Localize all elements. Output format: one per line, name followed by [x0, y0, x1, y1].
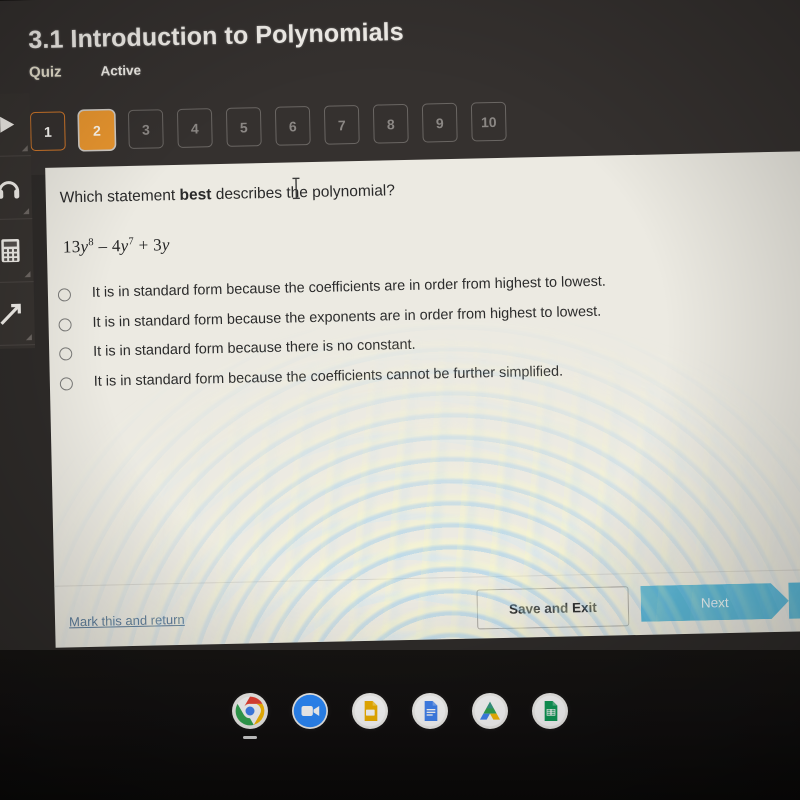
- question-chip-10[interactable]: 10: [470, 101, 507, 142]
- question-chip-3[interactable]: 3: [127, 109, 164, 149]
- answer-options[interactable]: It is in standard form because the coeff…: [57, 270, 760, 403]
- chrome-icon: [235, 696, 265, 726]
- chromeos-shelf[interactable]: [0, 650, 800, 800]
- text-cursor-icon: [292, 177, 300, 200]
- next-button-overflow[interactable]: [788, 581, 800, 619]
- calculator-icon: [0, 238, 20, 263]
- google-sheets-icon: [534, 695, 566, 727]
- shelf-item-google-docs[interactable]: [412, 693, 448, 729]
- tool-rail-item-line-tool[interactable]: [0, 282, 36, 347]
- poly-term3-coef: 3: [152, 235, 163, 255]
- question-chip-4[interactable]: 4: [176, 108, 213, 148]
- assignment-type-label: Quiz: [28, 63, 62, 82]
- question-chip-9[interactable]: 9: [421, 102, 458, 143]
- answer-option-a[interactable]: It is in standard form because the coeff…: [57, 270, 758, 302]
- polynomial-expression: 13y8 – 4y7 + 3y: [63, 235, 170, 257]
- poly-term1-exp: 8: [88, 237, 94, 249]
- radio-button-a[interactable]: [57, 288, 72, 302]
- zoom-icon: [293, 694, 327, 728]
- status-badge: Active: [100, 62, 142, 79]
- photo-of-screen: 3.1 Introduction to Polynomials Quiz Act…: [0, 0, 800, 800]
- answer-label-a: It is in standard form because the coeff…: [91, 273, 607, 301]
- poly-operator-1: –: [98, 236, 108, 256]
- mark-this-and-return-link[interactable]: Mark this and return: [69, 612, 185, 630]
- resize-corner-icon: [21, 145, 28, 152]
- question-chip-2[interactable]: 2: [78, 110, 115, 151]
- question-prompt: Which statement best describes the polyn…: [60, 182, 395, 207]
- shelf-item-chrome[interactable]: [232, 693, 268, 739]
- shelf-item-google-sheets[interactable]: [532, 693, 568, 729]
- answer-option-d[interactable]: It is in standard form because the coeff…: [59, 359, 760, 391]
- shelf-item-zoom[interactable]: [292, 693, 328, 729]
- radio-button-c[interactable]: [59, 347, 73, 361]
- quiz-header: 3.1 Introduction to Polynomials Quiz Act…: [0, 0, 800, 177]
- expand-arrow-icon: [0, 116, 15, 133]
- question-chip-5[interactable]: 5: [225, 107, 262, 147]
- radio-button-d[interactable]: [59, 376, 74, 391]
- page-title: 3.1 Introduction to Polynomials: [28, 17, 404, 55]
- tool-rail[interactable]: [0, 93, 36, 350]
- tool-rail-item-expand[interactable]: [0, 93, 31, 158]
- poly-term1-coef: 13: [62, 237, 81, 257]
- radio-button-b[interactable]: [58, 317, 72, 332]
- shelf-icon-row[interactable]: [0, 693, 800, 739]
- shelf-item-google-slides[interactable]: [352, 693, 388, 729]
- google-slides-icon: [354, 695, 386, 727]
- chromebook-screen: 3.1 Introduction to Polynomials Quiz Act…: [0, 0, 800, 702]
- save-and-exit-button[interactable]: Save and Exit: [476, 586, 630, 630]
- headphones-icon: [0, 181, 20, 199]
- google-drive-icon: [474, 695, 506, 727]
- question-chip-6[interactable]: 6: [274, 106, 311, 146]
- shelf-item-google-drive[interactable]: [472, 693, 508, 729]
- question-prompt-pre: Which statement: [59, 186, 180, 207]
- poly-term2-exp: 7: [128, 236, 135, 248]
- question-chip-1[interactable]: 1: [29, 111, 66, 152]
- tool-rail-item-calculator[interactable]: [0, 219, 34, 284]
- next-button[interactable]: Next: [640, 583, 789, 622]
- answer-label-d: It is in standard form because the coeff…: [93, 363, 564, 390]
- tool-rail-item-audio[interactable]: [0, 156, 33, 221]
- question-prompt-post: describes the polynomial?: [211, 182, 396, 204]
- answer-label-c: It is in standard form because there is …: [93, 336, 416, 360]
- google-docs-icon: [414, 695, 446, 727]
- resize-corner-icon: [23, 208, 30, 215]
- poly-term2-coef: 4: [111, 236, 121, 256]
- line-tool-icon: [0, 303, 21, 325]
- question-panel: Which statement best describes the polyn…: [45, 151, 800, 648]
- poly-operator-2: +: [138, 235, 149, 255]
- resize-corner-icon: [24, 271, 31, 278]
- resize-corner-icon: [25, 334, 32, 341]
- answer-option-c[interactable]: It is in standard form because there is …: [59, 329, 759, 361]
- panel-footer: Mark this and return Save and Exit Next: [54, 569, 800, 648]
- answer-label-b: It is in standard form because the expon…: [92, 303, 602, 331]
- poly-term3-var: y: [161, 235, 170, 255]
- answer-option-b[interactable]: It is in standard form because the expon…: [58, 300, 758, 332]
- question-chip-8[interactable]: 8: [372, 103, 409, 144]
- question-chip-7[interactable]: 7: [323, 104, 360, 145]
- question-prompt-emphasis: best: [179, 186, 212, 204]
- shelf-active-indicator: [243, 736, 257, 739]
